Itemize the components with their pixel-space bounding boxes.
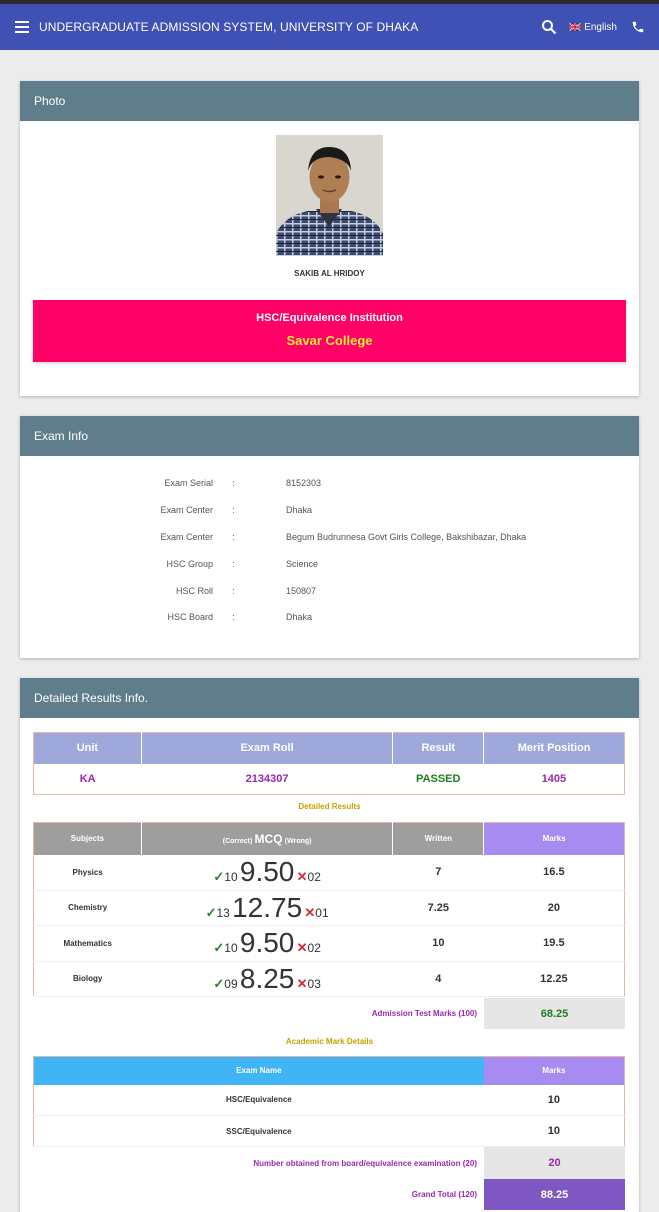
board-label: Number obtained from board/equivalence e… [253,1158,477,1168]
photo-card: Photo SAKIB AL HRIDOY HSC/Equivalence In… [20,81,639,396]
exam-roll-value: 2134307 [245,772,289,785]
mcq-cell: ✓10 9.50 ✕02 [141,925,393,962]
board-total-row: Number obtained from board/equivalence e… [33,1147,625,1179]
row-value: Begum Budrunnesa Govt Girls College, Bak… [286,531,527,542]
admission-total-row: Admission Test Marks (100) 68.25 [33,998,625,1029]
exam-center-row: Exam Center: Begum Budrunnesa Govt Girls … [20,524,639,551]
result-value: PASSED [416,772,461,785]
hsc-roll-row: HSC Roll:150807 [20,577,639,604]
student-photo [276,135,383,256]
written-value: 7 [392,854,484,891]
uk-flag-icon [569,23,582,31]
row-label: Exam Center [160,505,213,516]
table-row: HSC/Equivalence 10 [33,1084,625,1116]
row-value: Dhaka [286,612,313,623]
exam-info-list: Exam Serial:8152303 Exam Center: Dhaka Ex… [20,456,639,631]
phone-icon[interactable] [631,20,645,34]
hsc-group-row: HSC Group: Science [20,550,639,577]
marks-value: 19.5 [483,925,625,962]
exam-info-card: Exam Info Exam Serial:8152303 Exam Cente… [20,416,639,658]
institution-box: HSC/Equivalence Institution Savar Colleg… [33,300,626,362]
grand-total-value: 88.25 [484,1179,625,1210]
row-label: Exam Center [160,531,213,542]
subject-name: Mathematics [33,925,142,962]
marks-header: Marks [483,822,625,855]
academic-title: Academic Mark Details [285,1037,374,1046]
menu-icon[interactable] [15,21,29,33]
subjects-header: Subjects [33,822,142,855]
admission-label: Admission Test Marks (100) [371,1009,477,1018]
subject-name: Chemistry [33,890,142,926]
detailed-results-title: Detailed Results [298,802,361,811]
marks-value: 20 [483,890,625,926]
exam-name-header: Exam Name [33,1056,484,1085]
academic-marks-header: Marks [483,1056,625,1085]
academic-table: Exam Name Marks HSC/Equivalence 10 SSC/E… [33,1056,625,1147]
exam-name: HSC/Equivalence [33,1084,484,1116]
exam-center-row: Exam Center: Dhaka [20,497,639,524]
written-value: 7.25 [392,890,484,926]
grand-total-row: Grand Total (120) 88.25 [33,1179,625,1210]
exam-serial-row: Exam Serial:8152303 [20,470,639,497]
exam-name: SSC/Equivalence [33,1115,484,1147]
app-bar: UNDERGRADUATE ADMISSION SYSTEM, UNIVERSI… [0,0,659,50]
board-value: 20 [484,1147,625,1179]
row-label: HSC Roll [175,585,213,596]
row-label: HSC Board [167,612,213,623]
search-icon[interactable] [541,19,557,35]
row-value: 150807 [286,585,317,596]
grand-total-label: Grand Total (120) [411,1190,477,1199]
hsc-board-row: HSC Board: Dhaka [20,604,639,631]
language-selector[interactable]: English [569,22,617,33]
table-row: SSC/Equivalence 10 [33,1115,625,1147]
mcq-cell: ✓13 12.75 ✕01 [141,890,393,926]
results-card: Detailed Results Info. Unit Exam Roll Re… [20,678,639,1212]
results-header: Detailed Results Info. [20,678,639,718]
written-header: Written [392,822,485,855]
language-label: English [584,21,617,33]
institution-label: HSC/Equivalence Institution [256,312,403,324]
written-value: 10 [392,925,484,962]
row-value: Science [286,558,319,569]
exam-marks: 10 [483,1084,625,1116]
institution-value: Savar College [286,333,373,348]
exam-marks: 10 [483,1115,625,1147]
exam-roll-header: Exam Roll [141,732,394,764]
marks-value: 16.5 [483,854,625,891]
merit-value: 1405 [541,772,567,785]
written-value: 4 [392,961,484,997]
subject-name: Biology [33,961,142,997]
summary-table: Unit Exam Roll Result Merit Position KA … [33,732,625,795]
mcq-cell: ✓09 8.25 ✕03 [141,961,393,997]
subject-name: Physics [33,854,142,891]
app-title: UNDERGRADUATE ADMISSION SYSTEM, UNIVERSI… [39,20,419,34]
row-label: Exam Serial [164,478,213,489]
result-header: Result [392,732,485,764]
photo-card-header: Photo [20,81,639,121]
merit-header: Merit Position [483,732,625,764]
admission-value: 68.25 [484,998,625,1029]
marks-value: 12.25 [483,961,625,997]
table-row: Chemistry ✓13 12.75 ✕01 7.25 20 [33,890,625,926]
exam-info-header: Exam Info [20,416,639,456]
unit-header: Unit [33,732,142,764]
table-row: Physics ✓10 9.50 ✕02 7 16.5 [33,854,625,891]
row-label: HSC Group [166,558,213,569]
table-row: Mathematics ✓10 9.50 ✕02 10 19.5 [33,925,625,962]
table-row: Biology ✓09 8.25 ✕03 4 12.25 [33,961,625,997]
row-value: Dhaka [286,505,313,516]
student-name: SAKIB AL HRIDOY [294,269,365,278]
unit-value: KA [79,772,96,785]
subjects-table: Subjects (Correct) MCQ (Wrong) Written M… [33,822,625,997]
row-value: 8152303 [286,478,322,489]
mcq-cell: ✓10 9.50 ✕02 [141,854,393,891]
mcq-header: (Correct) MCQ (Wrong) [141,822,394,855]
